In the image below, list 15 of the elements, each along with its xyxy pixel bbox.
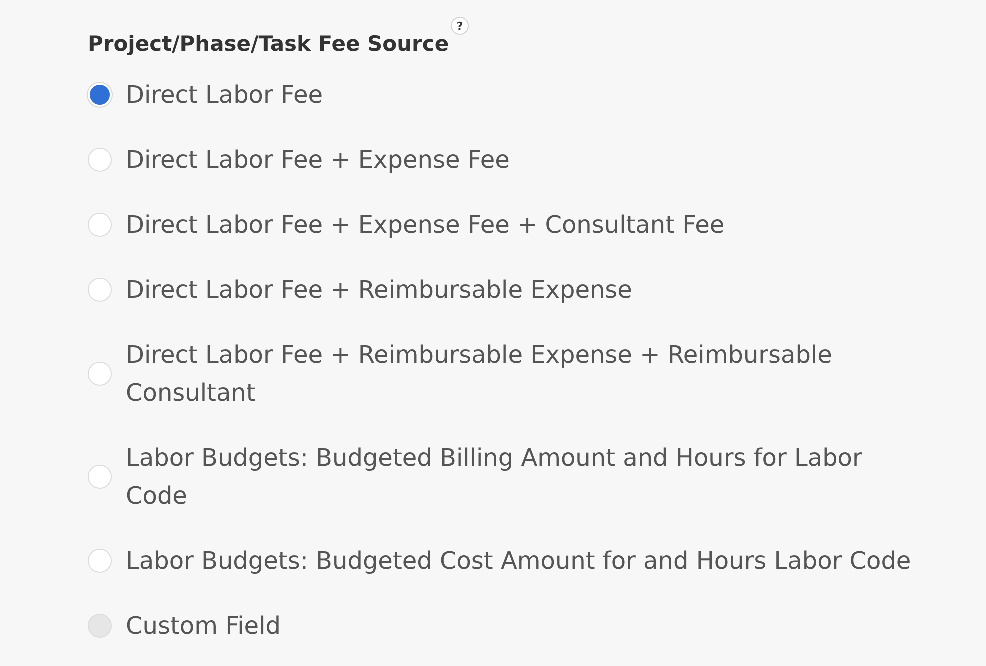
option-label[interactable]: Labor Budgets: Budgeted Cost Amount for and Hours Labor Code	[126, 542, 912, 580]
option-label[interactable]: Labor Budgets: Budgeted Billing Amount and Hours for Labor Code	[126, 439, 926, 515]
field-label: Project/Phase/Task Fee Source	[88, 31, 450, 58]
option-label[interactable]: Direct Labor Fee + Reimbursable Expense	[126, 271, 632, 309]
radio-button[interactable]	[88, 148, 112, 172]
option-label[interactable]: Direct Labor Fee + Expense Fee	[126, 141, 510, 179]
radio-button[interactable]	[88, 278, 112, 302]
radio-button[interactable]	[88, 213, 112, 237]
help-icon[interactable]: ?	[451, 17, 470, 35]
option-label[interactable]: Direct Labor Fee + Expense Fee + Consultant Fee	[126, 206, 725, 244]
option-label[interactable]: Direct Labor Fee + Reimbursable Expense + Reimbursable Consultant	[126, 336, 926, 412]
radio-button[interactable]	[88, 549, 112, 573]
radio-button[interactable]	[88, 465, 112, 489]
option-label[interactable]: Direct Labor Fee	[126, 76, 324, 114]
radio-button[interactable]	[88, 362, 112, 386]
